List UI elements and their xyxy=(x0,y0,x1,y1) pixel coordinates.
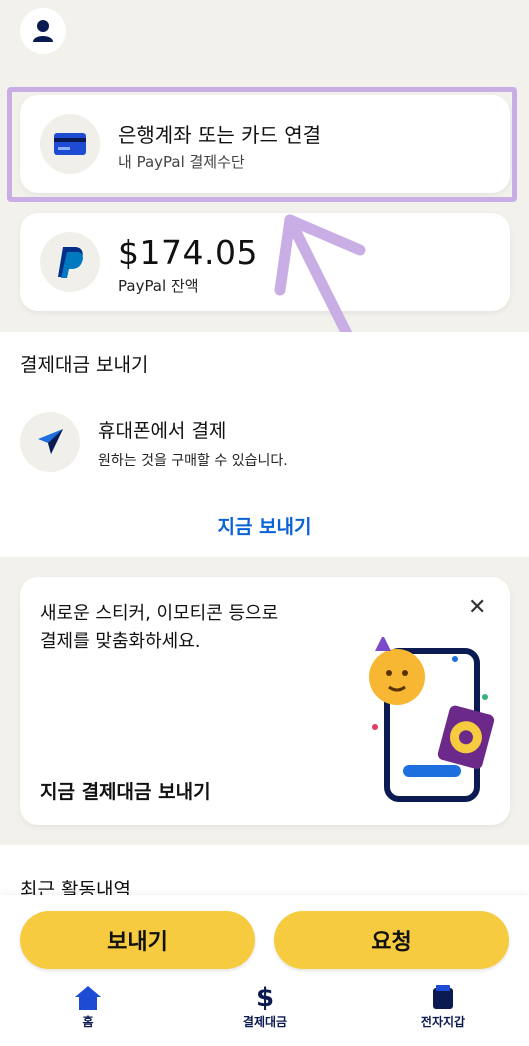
promo-cta[interactable]: 지금 결제대금 보내기 xyxy=(40,777,211,804)
home-icon xyxy=(75,986,101,1010)
send-icon-circle[interactable] xyxy=(20,412,80,472)
nav-home[interactable]: 홈 xyxy=(58,985,118,1030)
paper-plane-icon xyxy=(38,429,63,454)
promo-text-line2: 결제를 맞춤화하세요. xyxy=(40,631,201,652)
dollar-icon: $ xyxy=(255,983,275,1013)
send-item-title[interactable]: 휴대폰에서 결제 xyxy=(98,416,226,443)
highlight-frame xyxy=(7,87,517,202)
nav-home-label: 홈 xyxy=(82,1015,94,1029)
balance-amount: $174.05 xyxy=(118,233,258,272)
bottom-bar: 보내기 요청 홈 $ 결제대금 전자지갑 xyxy=(0,895,529,1046)
promo-close-icon[interactable]: ✕ xyxy=(468,595,486,620)
annotation-arrow xyxy=(274,214,366,346)
nav-wallet-label: 전자지갑 xyxy=(420,1015,466,1029)
send-section: 결제대금 보내기 휴대폰에서 결제 원하는 것을 구매할 수 있습니다. 지금 … xyxy=(0,332,529,557)
user-icon xyxy=(33,20,53,42)
promo-text-line1: 새로운 스티커, 이모티콘 등으로 xyxy=(40,603,279,624)
send-now-link[interactable]: 지금 보내기 xyxy=(0,512,529,539)
nav-payments-label: 결제대금 xyxy=(242,1015,288,1029)
send-button[interactable]: 보내기 xyxy=(20,911,255,969)
balance-label: PayPal 잔액 xyxy=(118,277,199,295)
paypal-logo xyxy=(58,247,83,278)
nav-payments[interactable]: $ 결제대금 xyxy=(230,985,300,1030)
profile-button[interactable] xyxy=(20,8,66,54)
send-item-subtitle: 원하는 것을 구매할 수 있습니다. xyxy=(98,453,288,469)
wallet-icon xyxy=(433,985,453,1009)
promo-card[interactable]: 새로운 스티커, 이모티콘 등으로 결제를 맞춤화하세요. ✕ 지금 결제대금 … xyxy=(20,577,510,825)
send-section-heading: 결제대금 보내기 xyxy=(20,354,149,376)
nav-wallet[interactable]: 전자지갑 xyxy=(408,985,478,1030)
paypal-logo-circle xyxy=(40,232,100,292)
request-button[interactable]: 요청 xyxy=(274,911,509,969)
phone-emoji-illustration xyxy=(369,637,495,802)
